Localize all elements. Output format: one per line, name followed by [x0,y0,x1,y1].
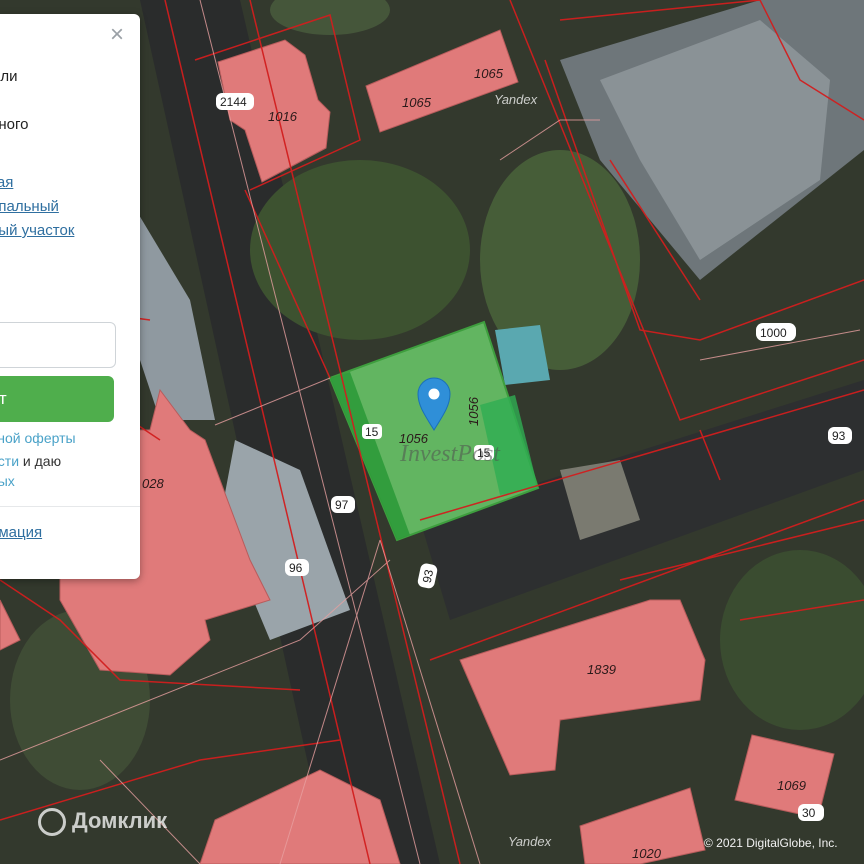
label-1056-side: 1056 [466,396,481,426]
domclick-watermark: Домклик [38,808,168,837]
phone-input[interactable] [0,322,116,368]
badge-2144: 2144 [216,93,254,110]
yandex-watermark-bottom: Yandex [508,834,552,849]
svg-text:1000: 1000 [760,326,787,340]
badge-30: 30 [798,804,824,821]
badge-96: 96 [285,559,309,576]
investpost-watermark: InvestPost [400,441,500,467]
svg-text:97: 97 [335,498,349,512]
panel-link-line3[interactable]: ный участок [0,222,74,239]
more-info-link[interactable]: омация [0,524,42,541]
submit-button[interactable]: ет [0,376,114,422]
panel-link-line1[interactable]: кая [0,174,13,191]
domclick-watermark-text: Домклик [72,808,168,833]
offer-text-rest: и даю [19,453,62,469]
yandex-watermark-top: Yandex [494,92,538,107]
parcel-info-panel: × мли рного кая ипальный ный участок ет … [0,14,140,579]
panel-divider [0,506,140,507]
panel-link-line2[interactable]: ипальный [0,198,59,215]
panel-text-line1: мли [0,68,18,85]
svg-text:2144: 2144 [220,95,247,109]
domclick-logo-icon [38,808,66,837]
privacy-link[interactable]: ости [0,453,19,469]
badge-93-right: 93 [828,427,852,444]
badge-97: 97 [331,496,355,513]
svg-text:30: 30 [802,806,816,820]
label-1016: 1016 [268,109,298,124]
offer-text-line1[interactable]: чной оферты [0,430,76,446]
offer-link[interactable]: чной оферты [0,430,76,446]
data-link[interactable]: ных [0,473,15,489]
svg-text:15: 15 [365,425,379,439]
label-1065: 1065 [402,95,432,110]
copyright-text: © 2021 DigitalGlobe, Inc. [704,836,838,850]
svg-text:96: 96 [289,561,303,575]
label-1028: 028 [142,476,164,491]
badge-15-left: 15 [362,424,382,439]
label-1069: 1069 [777,778,806,793]
offer-text-line2: ости и даю [0,453,61,469]
panel-text-line2: рного [0,116,29,133]
label-1065-top: 1065 [474,66,504,81]
svg-text:93: 93 [832,429,846,443]
offer-text-line3[interactable]: ных [0,473,15,489]
badge-1000: 1000 [756,323,796,341]
close-icon[interactable]: × [106,23,128,47]
label-1020: 1020 [632,846,662,861]
label-1839: 1839 [587,662,616,677]
